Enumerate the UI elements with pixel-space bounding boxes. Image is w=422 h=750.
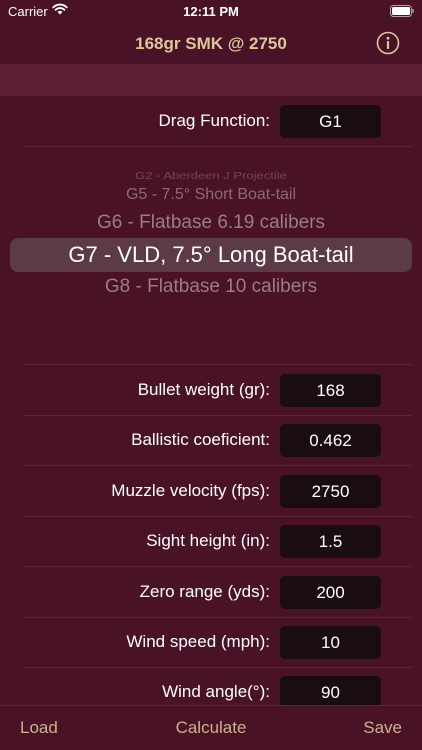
calculate-button[interactable]: Calculate xyxy=(0,718,422,738)
battery-icon xyxy=(390,5,414,17)
picker-item[interactable]: G2 - Aberdeen J Projectile xyxy=(0,170,422,181)
drag-function-label: Drag Function: xyxy=(158,111,271,130)
info-icon[interactable] xyxy=(376,31,400,55)
status-bar: Carrier 12:11 PM xyxy=(0,0,422,24)
drag-function-row: Drag Function: G1 xyxy=(0,96,422,146)
ballistic-coefficient-label: Ballistic coeficient: xyxy=(131,430,270,449)
bottom-toolbar: Load Calculate Save xyxy=(0,705,422,750)
wind-speed-label: Wind speed (mph): xyxy=(126,632,270,651)
bullet-weight-row: Bullet weight (gr): 168 xyxy=(0,365,422,415)
page-title: 168gr SMK @ 2750 xyxy=(135,34,287,53)
header-band xyxy=(0,64,422,96)
ballistic-coefficient-field[interactable]: 0.462 xyxy=(280,424,381,457)
drag-function-field[interactable]: G1 xyxy=(280,105,381,138)
muzzle-velocity-label: Muzzle velocity (fps): xyxy=(111,481,270,500)
zero-range-label: Zero range (yds): xyxy=(139,582,270,601)
picker-item[interactable]: G5 - 7.5° Short Boat-tail xyxy=(0,186,422,204)
picker-item-selected[interactable]: G7 - VLD, 7.5° Long Boat-tail xyxy=(0,242,422,268)
wind-speed-row: Wind speed (mph): 10 xyxy=(0,617,422,667)
drag-function-picker[interactable]: G2 - Aberdeen J Projectile G5 - 7.5° Sho… xyxy=(0,146,422,362)
wind-speed-field[interactable]: 10 xyxy=(280,626,381,659)
sight-height-field[interactable]: 1.5 xyxy=(280,525,381,558)
muzzle-velocity-field[interactable]: 2750 xyxy=(280,475,381,508)
sight-height-label: Sight height (in): xyxy=(146,531,270,550)
zero-range-row: Zero range (yds): 200 xyxy=(0,567,422,617)
sight-height-row: Sight height (in): 1.5 xyxy=(0,516,422,566)
picker-item[interactable]: G8 - Flatbase 10 calibers xyxy=(0,276,422,298)
zero-range-field[interactable]: 200 xyxy=(280,576,381,609)
muzzle-velocity-row: Muzzle velocity (fps): 2750 xyxy=(0,466,422,516)
bullet-weight-field[interactable]: 168 xyxy=(280,374,381,407)
navigation-bar: 168gr SMK @ 2750 xyxy=(0,24,422,64)
ballistic-coefficient-row: Ballistic coeficient: 0.462 xyxy=(0,415,422,465)
bullet-weight-label: Bullet weight (gr): xyxy=(137,380,270,399)
status-time: 12:11 PM xyxy=(183,4,239,19)
picker-item[interactable]: G6 - Flatbase 6.19 calibers xyxy=(0,212,422,234)
save-button[interactable]: Save xyxy=(363,718,402,738)
